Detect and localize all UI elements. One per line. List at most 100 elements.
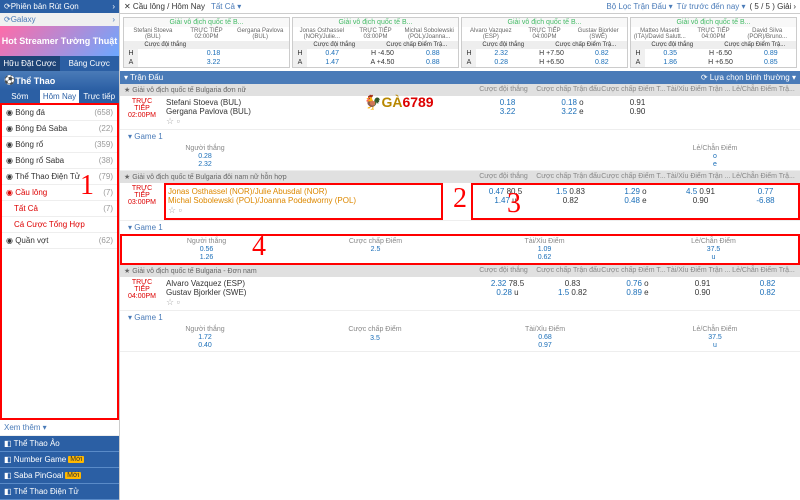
- game-header[interactable]: ▾ Game 1: [120, 311, 800, 324]
- odds-cell[interactable]: 0.91 0.90: [670, 277, 735, 310]
- tab-today[interactable]: Hôm Nay: [40, 90, 80, 103]
- sidebar-item[interactable]: ◉ Bóng rổ Saba(38): [2, 153, 117, 169]
- sidebar-item[interactable]: ◉ Bóng rổ(359): [2, 137, 117, 153]
- section-bar: ▾ Trận Đấu ⟳ Lựa chọn bình thường ▾: [120, 71, 800, 84]
- game-col[interactable]: Lẻ/Chẵn Điểmoe: [630, 143, 800, 170]
- odds-cell[interactable]: 0.183.22: [475, 96, 540, 129]
- odds-cell[interactable]: 4.5 0.91 0.90: [668, 185, 733, 218]
- sidebar-item[interactable]: ◉ Thể Thao Điện Tử(79): [2, 169, 117, 185]
- event-players: Alvaro Vazquez (ESP)Gustav Bjorkler (SWE…: [164, 277, 475, 310]
- time-tabs: Sớm Hôm Nay Trực tiếp: [0, 90, 119, 103]
- event-time: TRỰCTIẾP 02:00PM: [120, 96, 164, 129]
- game-col[interactable]: [290, 143, 460, 170]
- main-content: ✕ Cầu lông / Hôm Nay Tất Cả ▾ Bộ Lọc Trậ…: [120, 0, 800, 500]
- game-header[interactable]: ▾ Game 1: [120, 221, 800, 234]
- tab-bet-board[interactable]: Bảng Cược: [60, 56, 120, 71]
- galaxy-bar[interactable]: ⟳ Galaxy ›: [0, 13, 119, 26]
- chevron-down-icon: ›: [112, 15, 115, 24]
- sidebar-item[interactable]: ◉ Quần vợt(62): [2, 233, 117, 249]
- featured-card[interactable]: Giải vô địch quốc tế B...Matteo Masetti …: [630, 17, 797, 68]
- sidebar-footer: ◧ Thể Thao Ảo◧ Number GameMới◧ Saba PinG…: [0, 436, 119, 500]
- star-icon[interactable]: ☆ ▫: [166, 297, 473, 308]
- sidebar-item[interactable]: Cá Cược Tổng Hợp: [2, 217, 117, 233]
- odds-cell[interactable]: [735, 96, 800, 129]
- odds-cell[interactable]: 1.29 o0.48 e: [603, 185, 668, 218]
- streamer-banner[interactable]: Hot Streamer Tường Thuật: [0, 26, 119, 56]
- game-col[interactable]: Người thắng0.282.32: [120, 143, 290, 170]
- chevron-right-icon[interactable]: ›: [793, 2, 796, 11]
- odds-cell[interactable]: 0.76 o0.89 e: [605, 277, 670, 310]
- event-row: TRỰCTIẾP 04:00PMAlvaro Vazquez (ESP)Gust…: [120, 277, 800, 311]
- game-col[interactable]: Lẻ/Chẵn Điểm37.5u: [630, 324, 800, 351]
- more-link[interactable]: Xem thêm ▾: [0, 420, 119, 436]
- game-col[interactable]: Tài/Xỉu Điểm0.680.97: [460, 324, 630, 351]
- game-col[interactable]: Lẻ/Chẵn Điểm37.5u: [629, 236, 798, 263]
- league-count: ( 5 / 5 ) Giải: [750, 2, 792, 11]
- event-time: TRỰCTIẾP 04:00PM: [120, 277, 164, 310]
- featured-cards: Giải vô địch quốc tế B...Stefani Stoeva …: [120, 14, 800, 71]
- chevron-down-icon: ›: [112, 2, 115, 11]
- breadcrumb[interactable]: ✕ Cầu lông / Hôm Nay: [124, 2, 205, 11]
- reload-icon: ⟳: [4, 2, 11, 11]
- event-time: TRỰCTIẾP 03:00PM: [120, 183, 164, 220]
- sidebar-item[interactable]: ◉ Bóng Đá Saba(22): [2, 121, 117, 137]
- odds-cell[interactable]: 0.18 o3.22 e: [540, 96, 605, 129]
- sidebar-item[interactable]: ◉ Bóng đá(658): [2, 105, 117, 121]
- sport-header[interactable]: ⚽ Thể Thao: [0, 71, 119, 90]
- featured-card[interactable]: Giải vô địch quốc tế B...Stefani Stoeva …: [123, 17, 290, 68]
- odds-cell[interactable]: 0.47 80.51.47 u: [473, 185, 538, 218]
- sidebar-footer-item[interactable]: ◧ Thể Thao Điện Tử: [0, 484, 119, 500]
- featured-card[interactable]: Giải vô địch quốc tế B...Jonas Osthassel…: [292, 17, 459, 68]
- sport-icon: ⚽: [4, 75, 15, 86]
- game-odds-table: Người thắng1.720.40Cược chấp Điểm3.5Tài/…: [120, 324, 800, 352]
- event-players: Jonas Osthassel (NOR)/Julie Abusdal (NOR…: [164, 183, 443, 220]
- breadcrumb-filter[interactable]: Tất Cả ▾: [211, 2, 241, 11]
- sort-dropdown[interactable]: Từ trước đến nay ▾: [677, 2, 746, 11]
- game-odds-table: Người thắng0.282.32 Lẻ/Chẵn Điểmoe: [120, 143, 800, 171]
- main-topbar: ✕ Cầu lông / Hôm Nay Tất Cả ▾ Bộ Lọc Trậ…: [120, 0, 800, 14]
- game-col[interactable]: Tài/Xỉu Điểm1.090.62: [460, 236, 629, 263]
- odds-cell[interactable]: 2.32 78.50.28 u: [475, 277, 540, 310]
- game-col[interactable]: Người thắng1.720.40: [120, 324, 290, 351]
- tournament-header[interactable]: ★ Giải vô địch quốc tế Bulgaria đôi nam …: [120, 171, 800, 183]
- event-row: TRỰCTIẾP 03:00PMJonas Osthassel (NOR)/Ju…: [120, 183, 800, 221]
- tab-bet-types[interactable]: Hữu Đặt Cược: [0, 56, 60, 71]
- tournament-header[interactable]: ★ Giải vô địch quốc tế Bulgaria đơn nữCư…: [120, 84, 800, 96]
- game-col[interactable]: Cược chấp Điểm2.5: [291, 236, 460, 263]
- game-col[interactable]: Cược chấp Điểm3.5: [290, 324, 460, 351]
- game-col[interactable]: [460, 143, 630, 170]
- odds-cell[interactable]: [670, 96, 735, 129]
- sidebar-footer-item[interactable]: ◧ Thể Thao Ảo: [0, 436, 119, 452]
- star-icon[interactable]: ☆ ▫: [168, 205, 439, 216]
- annotation-2: 2: [453, 183, 467, 220]
- game-odds-table: 4Người thắng0.561.26Cược chấp Điểm2.5Tài…: [120, 234, 800, 265]
- match-filter-dropdown[interactable]: Bộ Lọc Trận Đấu ▾: [606, 2, 672, 11]
- sidebar-sports-list: 1 ◉ Bóng đá(658)◉ Bóng Đá Saba(22)◉ Bóng…: [0, 103, 119, 420]
- tournament-header[interactable]: ★ Giải vô địch quốc tế Bulgaria - Đơn na…: [120, 265, 800, 277]
- tab-live[interactable]: Trực tiếp: [79, 90, 119, 103]
- sidebar-item[interactable]: Tất Cả(7): [2, 201, 117, 217]
- bet-tabs: Hữu Đặt Cược Bảng Cược: [0, 56, 119, 71]
- odds-cell[interactable]: 1.5 0.83 0.82: [538, 185, 603, 218]
- tab-early[interactable]: Sớm: [0, 90, 40, 103]
- odds-cell[interactable]: 0.77-6.88: [733, 185, 798, 218]
- sidebar-item[interactable]: ◉ Cầu lông(7): [2, 185, 117, 201]
- star-icon[interactable]: ☆ ▫: [166, 116, 473, 127]
- sidebar-footer-item[interactable]: ◧ Number GameMới: [0, 452, 119, 468]
- game-col[interactable]: Người thắng0.561.26: [122, 236, 291, 263]
- event-row: TRỰCTIẾP 02:00PM🐓GÀ6789Stefani Stoeva (B…: [120, 96, 800, 130]
- reload-icon: ⟳: [4, 15, 11, 24]
- section-options[interactable]: ⟳ Lựa chọn bình thường ▾: [701, 73, 796, 82]
- section-title[interactable]: ▾ Trận Đấu: [124, 73, 163, 82]
- sidebar: ⟳ Phiên bản Rút Gọn › ⟳ Galaxy › Hot Str…: [0, 0, 120, 500]
- sidebar-footer-item[interactable]: ◧ Saba PinGoalMới: [0, 468, 119, 484]
- version-bar[interactable]: ⟳ Phiên bản Rút Gọn ›: [0, 0, 119, 13]
- event-players: 🐓GÀ6789Stefani Stoeva (BUL)Gergana Pavlo…: [164, 96, 475, 129]
- odds-cell[interactable]: 0.820.82: [735, 277, 800, 310]
- game-header[interactable]: ▾ Game 1: [120, 130, 800, 143]
- featured-card[interactable]: Giải vô địch quốc tế B...Alvaro Vazquez …: [461, 17, 628, 68]
- events-scroll[interactable]: ★ Giải vô địch quốc tế Bulgaria đơn nữCư…: [120, 84, 800, 500]
- odds-cell[interactable]: 0.831.5 0.82: [540, 277, 605, 310]
- sport-header-label: Thể Thao: [15, 76, 55, 86]
- odds-cell[interactable]: 0.91 0.90: [605, 96, 670, 129]
